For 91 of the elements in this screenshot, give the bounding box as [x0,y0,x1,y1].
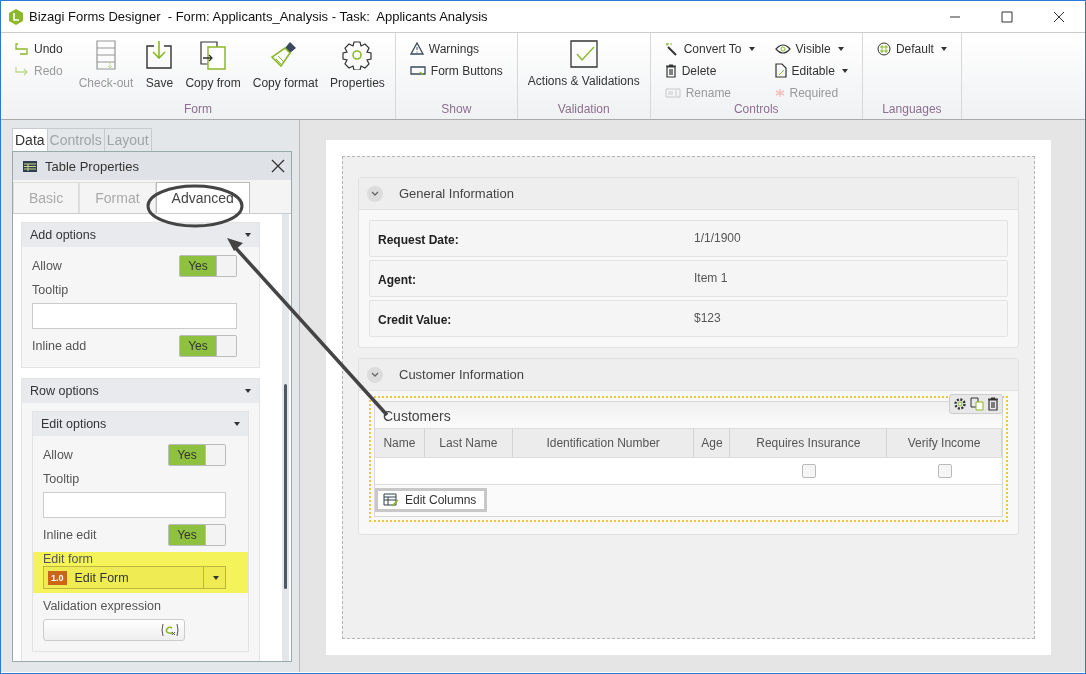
ribbon-button[interactable]: Undo [13,39,65,58]
ribbon-button[interactable]: Save [141,37,178,102]
section-header[interactable]: Edit options [33,412,248,436]
group-label: Form [182,102,213,118]
group-label: Controls [732,102,780,118]
ribbon-button[interactable]: Convert To [662,39,757,58]
trash-icon[interactable] [987,397,999,411]
trash-icon [664,63,677,78]
group-label: Validation [556,102,611,118]
toggle-switch[interactable]: Yes [179,335,237,357]
ribbon-button[interactable]: Visible [772,39,850,58]
caret-icon [940,46,947,51]
field-value: 1/1/1900 [694,230,742,247]
server-icon [95,40,118,70]
field-label: Tooltip [32,283,70,297]
column-header[interactable]: Last Name [424,428,513,458]
dialog-title: Table Properties [45,158,139,174]
ribbon-button[interactable]: Default [874,39,949,58]
collapse-icon[interactable] [367,185,383,202]
ribbon-button[interactable]: Properties [326,37,389,102]
group-label: Languages [881,102,943,118]
tooltip-field[interactable] [43,492,226,518]
caret-icon [748,46,755,51]
ribbon-button[interactable]: Copy from [181,37,245,102]
gear-icon[interactable] [953,397,967,411]
scrollbar-thumb[interactable] [284,384,287,589]
field-label: Validation expression [43,599,162,613]
column-header[interactable]: Age [694,428,731,458]
section-title: General Information [399,186,514,201]
collapse-icon[interactable] [367,366,383,383]
section-title: Customer Information [399,367,524,382]
field-value: $123 [694,310,722,327]
checkbox-icon [569,40,598,68]
table-edit-icon [383,493,399,507]
caret-icon [837,46,844,51]
tooltip-field[interactable] [32,303,237,329]
redo-icon [15,64,29,77]
toggle-switch[interactable]: Yes [168,524,226,546]
caret-icon [841,68,848,73]
copy-icon [199,40,228,70]
ribbon-button[interactable]: Delete [662,61,757,80]
eye-icon [774,43,791,54]
gear-icon [342,40,373,70]
ribbon-button[interactable]: Warnings [407,39,505,58]
field-label: Edit form [43,552,93,566]
ribbon-button[interactable]: Copy format [248,37,323,102]
column-header[interactable]: Verify Income [887,428,1002,458]
warning-icon [409,42,424,55]
wand-icon [664,41,679,56]
field-value: Item 1 [694,270,729,287]
toggle-switch[interactable]: Yes [179,255,237,277]
table-title: Customers [383,408,451,424]
edit-columns-button[interactable]: Edit Columns [375,488,488,512]
ribbon-button[interactable]: Actions & Validations [523,37,644,102]
asterisk-icon [774,87,785,98]
field-label: Inline edit [43,528,97,542]
field-label: Agent: [378,273,417,289]
section-header[interactable]: Row options [22,379,259,403]
toggle-switch[interactable]: Yes [168,444,226,466]
field-label: Allow [32,259,62,273]
field-label: Credit Value: [378,313,453,329]
document-icon [774,63,787,78]
panel-tab[interactable]: Data [12,128,48,151]
group-label: Show [440,102,473,118]
ribbon-button[interactable]: Form Buttons [407,61,505,80]
column-header[interactable]: Name [375,428,425,458]
undo-icon [15,42,29,55]
column-header[interactable]: Identification Number [512,428,695,458]
form-button-icon [409,64,426,77]
edit-form-dropdown[interactable]: 1.0 Edit Form [43,566,226,589]
field-label: Inline add [32,339,87,353]
field-label: Request Date: [378,233,460,249]
close-icon[interactable] [1053,10,1065,23]
section-header[interactable]: Add options [22,223,259,247]
field-label: Tooltip [43,472,81,486]
checkbox[interactable] [801,464,816,478]
window-title: Bizagi Forms Designer - Form: Applicants_Analysis - Task: Applicants Analysis [29,9,488,24]
checkbox[interactable] [937,464,952,478]
ribbon-button[interactable]: Editable [772,61,850,80]
table-control[interactable]: Customers Name Last Name Identification Number Age Requires Insurance Verify Income Edit Columns [369,396,1008,522]
close-icon[interactable] [271,159,285,173]
rename-icon [664,87,681,98]
app-logo-icon [9,8,23,25]
column-header[interactable]: Requires Insurance [730,428,888,458]
expression-field[interactable] [43,619,185,641]
globe-icon [876,41,891,56]
save-icon [145,40,174,70]
maximize-icon[interactable] [1001,10,1013,23]
expression-icon [160,623,180,637]
table-icon [23,160,37,172]
field-label: Allow [43,448,73,462]
